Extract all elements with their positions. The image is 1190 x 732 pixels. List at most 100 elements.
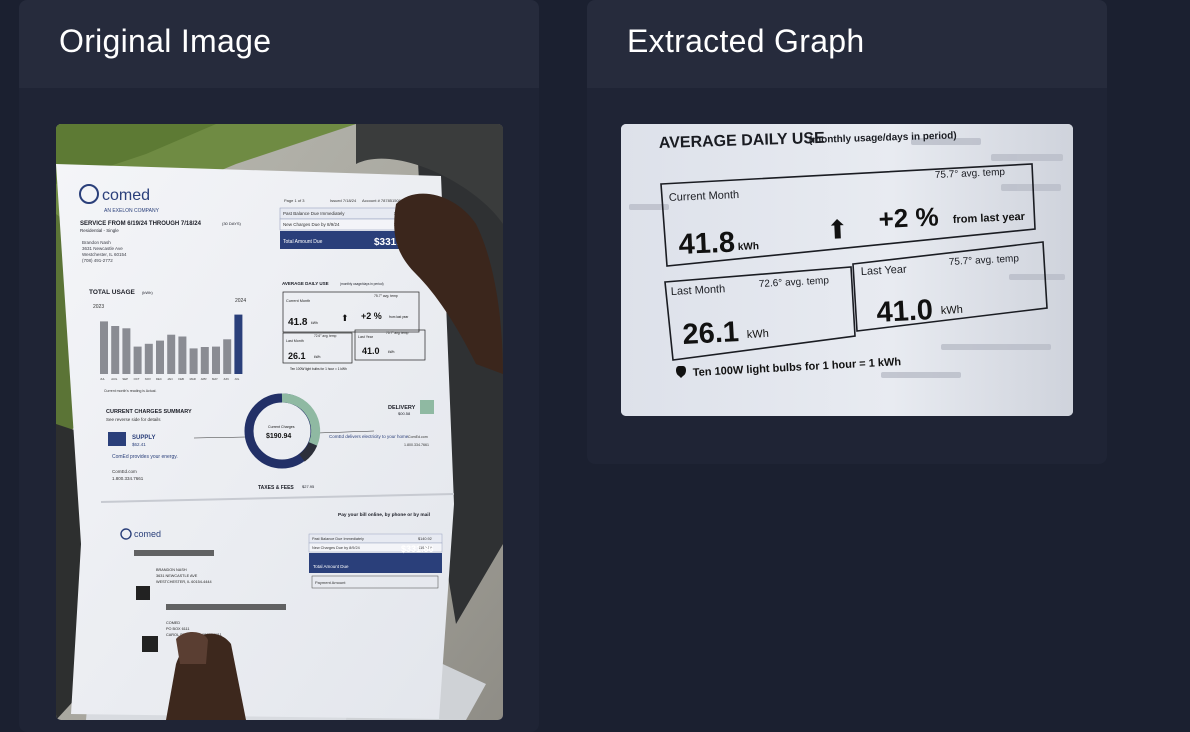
usage-bar-5 [156, 340, 164, 374]
extracted-graph-title: Extracted Graph [627, 23, 865, 59]
stub-total-due-amount: $331.86 [401, 544, 434, 554]
small-adu-last-year-temp: 75.7° avg. temp [386, 331, 409, 335]
stub-address: 3631 NEWCASTLE AVE [156, 574, 198, 578]
stub-brand: comed [134, 529, 161, 539]
stub-pay-heading: Pay your bill online, by phone or by mai… [338, 512, 430, 518]
supply-note: ComEd provides your energy. [112, 454, 178, 460]
small-adu-title: AVERAGE DAILY USE [282, 281, 329, 286]
donut-label: Current Charges [268, 425, 295, 429]
adu-current-value: 41.8 [678, 227, 736, 261]
bill-account: Account # 7878515000 [362, 198, 404, 203]
stub-total-due-label: Total Amount Due [313, 564, 349, 569]
small-adu-last-month-value: 26.1 [288, 351, 306, 361]
stub-customer: BRANDON NASH [156, 568, 187, 572]
stub-city: WESTCHESTER, IL 60154-4444 [156, 580, 212, 584]
bill-brand: comed [102, 187, 150, 204]
delivery-site: ComEd.com [408, 435, 428, 439]
small-adu-change-note: from last year [389, 315, 409, 319]
adu-last-year-value: 41.0 [876, 294, 934, 329]
usage-month-label-3: OCT [134, 377, 140, 381]
original-image-title: Original Image [59, 23, 272, 59]
bill-new-charges-label: New Charges Due by 8/9/24 [283, 222, 340, 227]
adu-last-year-unit: kWh [941, 304, 964, 317]
usage-month-label-9: APR [201, 377, 207, 381]
stub-payment-amount-label: Payment Amount [315, 580, 346, 585]
bill-address-3: Westchester, IL 60154 [82, 252, 127, 257]
usage-year-start: 2023 [93, 304, 104, 310]
usage-month-label-1: AUG [111, 377, 117, 381]
extracted-graph-image: AVERAGE DAILY USE (monthly usage/days in… [621, 124, 1073, 416]
small-adu-current-label: Current Month [286, 299, 310, 303]
usage-bar-0 [100, 321, 108, 374]
adu-last-month-value: 26.1 [682, 316, 740, 351]
usage-month-label-6: JAN [167, 377, 172, 381]
bill-service-period: SERVICE FROM 6/19/24 THROUGH 7/18/24 [80, 221, 202, 227]
supply-label: SUPPLY [132, 435, 155, 441]
delivery-note: ComEd delivers electricity to your home. [329, 434, 410, 439]
adu-change-value: +2 % [878, 201, 939, 234]
adu-last-year-label: Last Year [861, 264, 908, 278]
stub-past-balance-amount: $140.92 [418, 537, 432, 541]
small-adu-current-unit: kWh [311, 321, 318, 325]
usage-bar-9 [200, 347, 209, 374]
usage-bar-2 [122, 328, 131, 374]
extracted-graph-header: Extracted Graph [587, 0, 1107, 88]
original-bill-photo: comed AN EXELON COMPANY SERVICE FROM 6/1… [56, 124, 503, 720]
usage-month-label-2: SEP [122, 377, 128, 381]
charges-summary-sub: See reverse side for details [106, 417, 161, 422]
small-adu-last-month-temp: 72.6° avg. temp [314, 334, 337, 338]
usage-bar-11 [223, 339, 232, 374]
usage-chart-title: TOTAL USAGE [89, 289, 136, 296]
bill-service-days: (30 DAYS) [222, 221, 241, 226]
usage-note: Current month's reading is Actual. [104, 389, 156, 393]
usage-month-label-12: JUL [234, 377, 239, 381]
small-adu-last-year-unit: kWh [388, 350, 395, 354]
usage-bar-6 [167, 334, 176, 374]
usage-year-end: 2024 [235, 298, 246, 304]
usage-chart-unit: (kWh) [142, 290, 153, 295]
bill-address-4: (708) 491-2772 [82, 258, 113, 263]
bill-address-1: Brandon Nash [82, 240, 111, 245]
supply-phone: 1.800.334.7661 [112, 476, 144, 481]
usage-month-label-10: MAY [212, 377, 218, 381]
usage-bar-12 [234, 314, 243, 374]
bill-total-due-label: Total Amount Due [283, 239, 323, 245]
bill-page: Page 1 of 3 [284, 198, 305, 203]
small-adu-last-month-unit: kWh [314, 355, 321, 359]
usage-month-label-8: MAR [190, 377, 196, 381]
usage-bar-3 [133, 346, 142, 374]
small-adu-last-year-value: 41.0 [362, 346, 380, 356]
usage-month-label-4: NOV [145, 377, 151, 381]
bill-past-balance-label: Past Balance Due Immediately [283, 211, 345, 216]
stub-po: PO BOX 6111 [166, 627, 190, 631]
usage-month-label-7: FEB [178, 377, 184, 381]
stub-past-balance-label: Past Balance Due Immediately [312, 537, 364, 541]
small-adu-current-temp: 75.7° avg. temp [374, 294, 398, 298]
original-image-header: Original Image [19, 0, 539, 88]
charges-summary-title: CURRENT CHARGES SUMMARY [106, 409, 192, 415]
taxes-label: TAXES & FEES [258, 485, 294, 491]
small-adu-subtitle: (monthly usage/days in period) [340, 282, 384, 286]
delivery-amount: $00.58 [398, 411, 411, 416]
small-adu-footnote: Ten 100W light bulbs for 1 hour = 1 kWh [290, 367, 347, 371]
usage-bar-1 [111, 326, 120, 374]
delivery-phone: 1.800.334.7661 [404, 443, 429, 447]
stub-new-charges-label: New Charges Due by 8/9/24 [312, 546, 360, 550]
supply-amount: $62.41 [132, 442, 146, 447]
bill-tagline: AN EXELON COMPANY [104, 208, 160, 214]
adu-change-arrow: ⬆ [826, 214, 849, 245]
usage-bar-7 [178, 336, 187, 374]
bill-issued: Issued 7/18/24 [330, 198, 357, 203]
usage-month-label-0: JUL [100, 377, 105, 381]
usage-bar-10 [212, 346, 220, 374]
small-adu-change: +2 % [361, 311, 382, 321]
small-adu-arrow: ⬆ [341, 313, 349, 323]
usage-month-label-5: DEC [156, 377, 162, 381]
adu-last-month-unit: kWh [747, 328, 770, 341]
supply-site: ComEd.com [112, 469, 137, 474]
donut-amount: $190.94 [266, 433, 291, 440]
bill-address-2: 3631 Newcastle Ave [82, 246, 123, 251]
taxes-amount: $27.95 [302, 484, 315, 489]
small-adu-last-month-label: Last Month [286, 339, 304, 343]
usage-bar-4 [144, 343, 153, 374]
